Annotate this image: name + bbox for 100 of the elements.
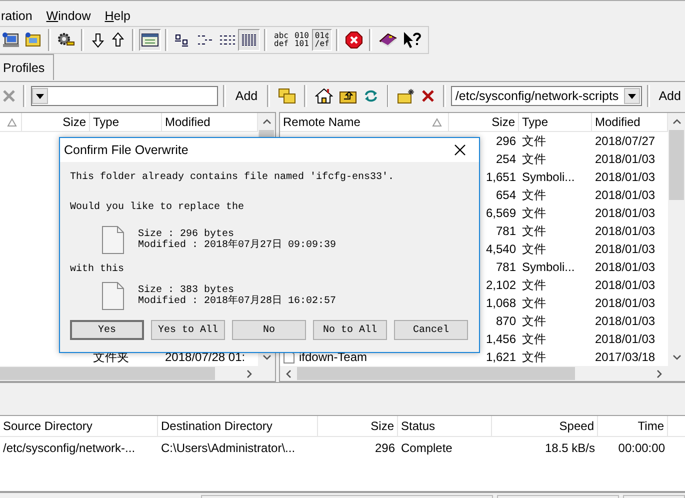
table-cell: /etc/sysconfig/network-... [3,441,136,455]
path-combo-box[interactable]: /etc/sysconfig/network-scripts [451,86,642,106]
table-cell: 1,621 [486,350,516,364]
table-cell: 2018/01/03 [595,224,656,238]
stop-icon[interactable] [343,29,366,51]
scroll-down-icon[interactable] [262,355,270,360]
horizontal-scrollbar[interactable] [280,366,685,381]
window-icon[interactable] [139,29,161,51]
column-header[interactable]: Modified [595,115,664,129]
table-cell: 2018/01/03 [595,152,656,166]
scroll-up-icon[interactable] [262,119,270,124]
column-header[interactable]: Modified [165,115,254,129]
column-header[interactable]: Status [401,419,488,433]
table-cell: 1,068 [486,296,516,310]
table-cell: 00:00:00 [618,441,665,455]
folders-icon[interactable] [278,88,296,104]
table-cell: 文件 [522,204,546,222]
file-modified: Modified : 2018年07月28日 16:02:57 [138,296,336,307]
table-cell: 文件 [522,330,546,348]
path-combo-box[interactable] [30,86,218,106]
table-cell: 781 [496,224,516,238]
column-header[interactable]: Destination Directory [161,419,314,433]
dialog-button[interactable]: Yes to All [151,320,225,340]
column-header[interactable]: Size [321,419,394,433]
scroll-right-icon[interactable] [657,370,662,378]
add-button[interactable]: Add [231,85,262,107]
close-icon[interactable] [454,144,466,156]
table-cell: 文件 [522,240,546,258]
table-cell: 1,456 [486,332,516,346]
table-cell: 654 [496,188,516,202]
dialog-title: Confirm File Overwrite [64,143,188,157]
table-cell: 文件 [522,276,546,294]
scroll-right-icon[interactable] [247,370,252,378]
prompt-text: with this [70,264,126,277]
table-cell: 4,540 [486,242,516,256]
table-cell: ifdown-Team [299,350,368,364]
table-cell: 2018/01/03 [595,332,656,346]
vertical-scrollbar[interactable] [668,113,685,366]
add-button[interactable]: Add [654,85,685,107]
tab[interactable]: Profiles [0,54,54,80]
transfer-mode-button[interactable]: 010 101 [291,29,312,51]
table-cell: 18.5 kB/s [544,441,595,455]
column-header[interactable]: Size [25,115,86,129]
table-cell: 2018/07/27 [595,134,656,148]
sort-arrow-icon [432,118,442,127]
scroll-up-icon[interactable] [672,119,680,124]
scroll-thumb[interactable] [0,367,215,380]
scroll-thumb[interactable] [669,130,684,200]
transfer-mode-button[interactable]: 01¢ /ef [312,29,332,51]
dialog-button[interactable]: No to All [313,320,387,340]
file-icon [102,282,124,310]
message-text: This folder already contains file named 'ifcfg-ens33'. [70,172,396,185]
scroll-thumb[interactable] [297,367,575,380]
column-header[interactable]: Time [601,419,664,433]
table-cell: 870 [496,314,516,328]
transfer-mode-button[interactable]: abc def [271,29,292,51]
table-cell: 781 [496,260,516,274]
table-cell: 6,569 [486,206,516,220]
refresh-icon[interactable] [362,88,379,104]
new-folder-icon[interactable] [397,88,416,104]
column-header[interactable]: Remote Name [283,115,445,129]
table-cell: 文件 [522,132,546,150]
table-cell: 文件 [522,186,546,204]
table-cell: 2018/01/03 [595,314,656,328]
column-header[interactable]: Type [93,115,158,129]
table-cell: C:\Users\Administrator\... [161,441,296,455]
menu-item[interactable]: Window [46,8,91,22]
table-cell: 254 [496,152,516,166]
table-cell: 2018/07/28 01: [165,350,246,364]
home-icon[interactable] [314,88,333,104]
table-cell: 文件 [522,294,546,312]
table-cell: 文件 [522,348,546,366]
table-cell: 2018/01/03 [595,206,656,220]
table-cell: 文件 [522,312,546,330]
table-cell: 296 [374,441,395,455]
table-cell: 2018/01/03 [595,260,656,274]
menu-item[interactable]: ration [1,8,32,22]
column-header[interactable]: Source Directory [3,419,154,433]
table-cell: 296 [496,134,516,148]
table-cell: 文件 [522,222,546,240]
table-cell: 2018/01/03 [595,296,656,310]
scroll-down-icon[interactable] [672,355,680,360]
horizontal-scrollbar[interactable] [0,366,275,381]
table-cell: 1,651 [486,170,516,184]
scroll-left-icon[interactable] [286,370,291,378]
column-header[interactable]: Speed [495,419,594,433]
menu-item[interactable]: Help [104,8,130,22]
dialog-button[interactable]: Cancel [394,320,468,340]
details-view-icon[interactable] [238,29,260,51]
prompt-text: Would you like to replace the [70,202,246,215]
delete-icon[interactable] [421,89,436,103]
column-header[interactable]: Type [522,115,588,129]
sort-arrow-icon [7,118,17,126]
table-cell: Symboli... [522,170,575,184]
table-cell: 2018/01/03 [595,188,656,202]
column-header[interactable]: Size [452,115,515,129]
file-icon [102,226,124,254]
file-size: Size : 296 bytes [138,229,234,240]
dialog-button[interactable]: Yes [70,320,144,340]
dialog-button[interactable]: No [232,320,306,340]
